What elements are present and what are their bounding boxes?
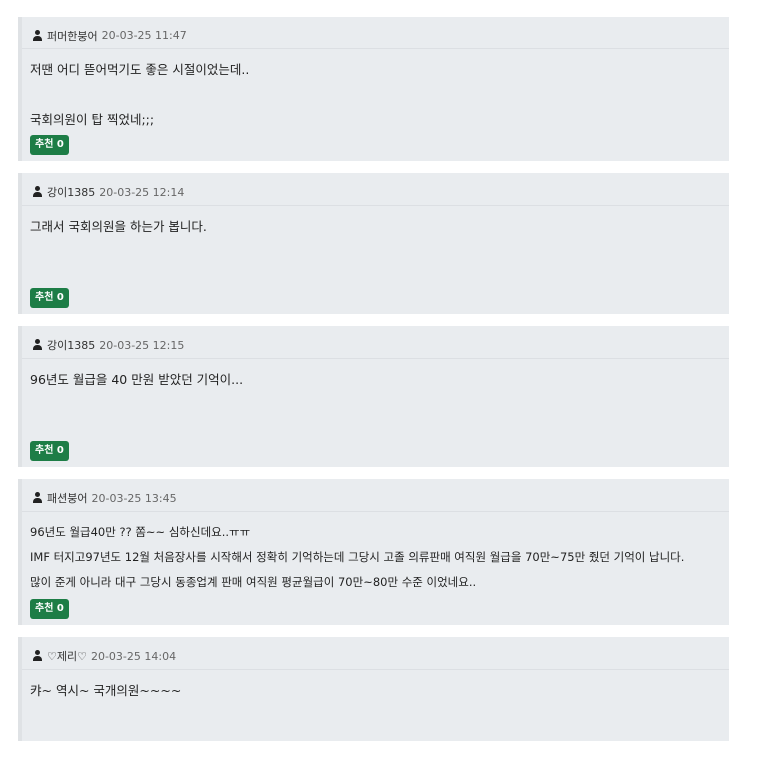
user-icon [32, 492, 43, 504]
user-icon [32, 29, 43, 42]
comment-author[interactable]: 퍼머한붕어 [47, 28, 98, 44]
comment-text: 국회의원이 탑 찍었네;;; [30, 112, 155, 127]
comment-text: 96년도 월급을 40 만원 받았던 기억이... [30, 372, 244, 387]
comment-time: 20-03-25 14:04 [90, 649, 177, 663]
comment-header: 패션붕어 20-03-25 13:45 [22, 479, 729, 512]
comment-text: 저땐 어디 뜯어먹기도 좋은 시절이었는데.. [30, 62, 250, 77]
recommend-button[interactable]: 추천 0 [30, 135, 69, 155]
comment-author[interactable]: 강이1385 [47, 337, 95, 353]
comment-time: 20-03-25 12:14 [99, 185, 185, 199]
comment-text [30, 82, 719, 107]
comment-header: 퍼머한붕어 20-03-25 11:47 [22, 17, 729, 49]
comment-text: 그래서 국회의원을 하는가 봅니다. [30, 219, 207, 234]
recommend-button[interactable]: 추천 0 [30, 441, 69, 461]
comment-text: IMF 터지고97년도 12월 처음장사를 시작해서 정확히 기억하는데 그당시… [30, 550, 685, 564]
user-icon [32, 186, 43, 198]
recommend-button[interactable]: 추천 0 [30, 599, 69, 619]
comment-time: 20-03-25 11:47 [101, 29, 187, 42]
comment-item: 강이1385 20-03-25 12:15 96년도 월급을 40 만원 받았던… [18, 326, 729, 467]
comment-header: ♡제리♡ 20-03-25 14:04 [22, 637, 729, 670]
comment-time: 20-03-25 12:15 [99, 338, 185, 352]
comment-header: 강이1385 20-03-25 12:15 [22, 326, 729, 359]
user-icon [32, 339, 43, 351]
comment-body: 96년도 월급을 40 만원 받았던 기억이... [22, 359, 729, 438]
comment-body: 96년도 월급40만 ?? 쫌~~ 심하신데요..ㅠㅠ IMF 터지고97년도 … [22, 512, 729, 596]
comment-item: 패션붕어 20-03-25 13:45 96년도 월급40만 ?? 쫌~~ 심하… [18, 479, 729, 625]
comment-body: 캬~ 역시~ 국개의원~~~~ [22, 670, 729, 741]
comment-text: 96년도 월급40만 ?? 쫌~~ 심하신데요..ㅠㅠ [30, 525, 251, 539]
comment-list: 퍼머한붕어 20-03-25 11:47 저땐 어디 뜯어먹기도 좋은 시절이었… [18, 17, 729, 741]
comment-text: 캬~ 역시~ 국개의원~~~~ [30, 683, 182, 698]
comment-item: ♡제리♡ 20-03-25 14:04 캬~ 역시~ 국개의원~~~~ [18, 637, 729, 741]
comment-text: 많이 준게 아니라 대구 그당시 동종업계 판매 여직원 평균월급이 70만~8… [30, 575, 477, 589]
user-icon [32, 650, 43, 662]
comment-author[interactable]: ♡제리♡ [47, 648, 87, 664]
recommend-button[interactable]: 추천 0 [30, 288, 69, 308]
comment-author[interactable]: 강이1385 [47, 184, 95, 200]
comment-author[interactable]: 패션붕어 [47, 490, 87, 506]
comment-item: 강이1385 20-03-25 12:14 그래서 국회의원을 하는가 봅니다.… [18, 173, 729, 314]
comment-body: 그래서 국회의원을 하는가 봅니다. [22, 206, 729, 285]
comment-time: 20-03-25 13:45 [91, 491, 177, 505]
comment-item: 퍼머한붕어 20-03-25 11:47 저땐 어디 뜯어먹기도 좋은 시절이었… [18, 17, 729, 161]
comment-body: 저땐 어디 뜯어먹기도 좋은 시절이었는데.. 국회의원이 탑 찍었네;;; [22, 49, 729, 132]
comment-header: 강이1385 20-03-25 12:14 [22, 173, 729, 206]
